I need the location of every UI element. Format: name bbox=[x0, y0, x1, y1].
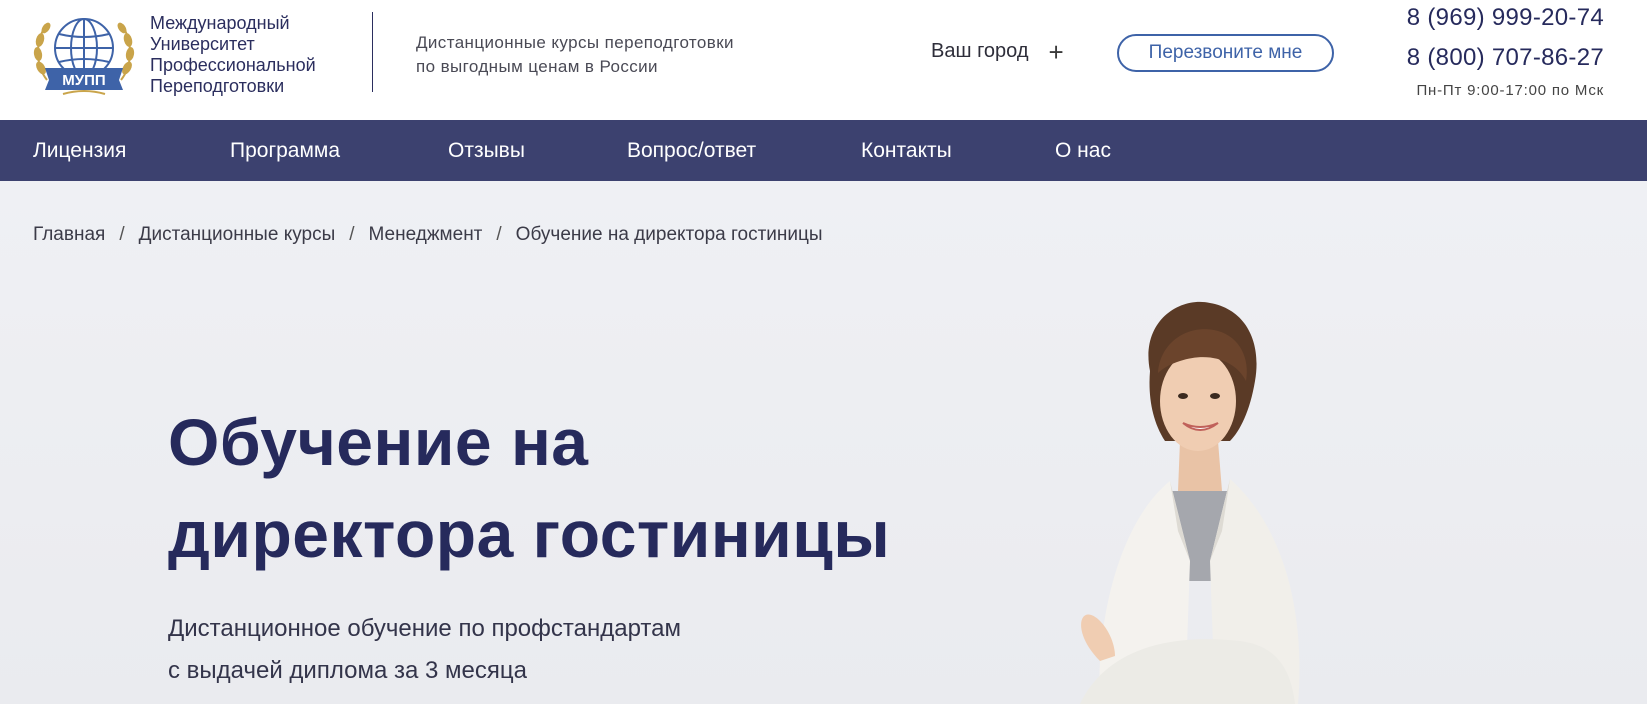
breadcrumb: Главная / Дистанционные курсы / Менеджме… bbox=[33, 224, 823, 246]
main-nav: Лицензия Программа Отзывы Вопрос/ответ К… bbox=[0, 120, 1647, 181]
university-name-line: Переподготовки bbox=[150, 76, 285, 96]
hero-section: Главная / Дистанционные курсы / Менеджме… bbox=[0, 181, 1647, 704]
nav-item-contacts[interactable]: Контакты bbox=[861, 120, 952, 181]
nav-item-faq[interactable]: Вопрос/ответ bbox=[627, 120, 756, 181]
nav-item-license[interactable]: Лицензия bbox=[33, 120, 126, 181]
breadcrumb-management[interactable]: Менеджмент bbox=[369, 224, 483, 246]
breadcrumb-separator: / bbox=[349, 224, 355, 245]
hero-subtitle-line: Дистанционное обучение по профстандартам bbox=[168, 615, 681, 642]
city-label: Ваш город bbox=[931, 40, 1029, 62]
hero-subtitle: Дистанционное обучение по профстандартам… bbox=[168, 608, 681, 692]
breadcrumb-separator: / bbox=[119, 224, 125, 245]
phone-link[interactable]: 8 (800) 707-86-27 bbox=[1407, 44, 1604, 72]
hero-subtitle-line: с выдачей диплома за 3 месяца bbox=[168, 657, 527, 684]
nav-item-program[interactable]: Программа bbox=[230, 120, 340, 181]
breadcrumb-current: Обучение на директора гостиницы bbox=[515, 224, 823, 245]
phone-link[interactable]: 8 (969) 999-20-74 bbox=[1407, 4, 1604, 32]
university-name-line: Университет bbox=[150, 34, 255, 54]
university-name-line: Профессиональной bbox=[150, 55, 316, 75]
page-title-line: директора гостиницы bbox=[168, 497, 891, 571]
breadcrumb-home[interactable]: Главная bbox=[33, 224, 105, 246]
page-title: Обучение на директора гостиницы bbox=[168, 396, 890, 580]
university-logo[interactable]: МУПП bbox=[33, 10, 135, 98]
breadcrumb-separator: / bbox=[496, 224, 502, 245]
header-divider bbox=[372, 12, 373, 92]
university-name-line: Международный bbox=[150, 13, 290, 33]
site-header: МУПП Международный Университет Профессио… bbox=[0, 0, 1647, 120]
hero-person-image bbox=[1080, 301, 1300, 704]
nav-item-about[interactable]: О нас bbox=[1055, 120, 1111, 181]
plus-icon: + bbox=[1048, 36, 1064, 67]
callback-button[interactable]: Перезвоните мне bbox=[1117, 34, 1334, 72]
tagline-line: Дистанционные курсы переподготовки bbox=[416, 33, 734, 52]
university-name[interactable]: Международный Университет Профессиональн… bbox=[150, 13, 316, 97]
page-title-line: Обучение на bbox=[168, 405, 589, 479]
tagline-line: по выгодным ценам в России bbox=[416, 57, 658, 76]
logo-emblem-text: МУПП bbox=[62, 72, 105, 89]
breadcrumb-courses[interactable]: Дистанционные курсы bbox=[139, 224, 336, 246]
working-hours: Пн-Пт 9:00-17:00 по Мск bbox=[1416, 82, 1604, 99]
header-tagline: Дистанционные курсы переподготовки по вы… bbox=[416, 31, 734, 79]
city-selector[interactable]: Ваш город + bbox=[931, 36, 1064, 67]
nav-item-reviews[interactable]: Отзывы bbox=[448, 120, 525, 181]
contact-phones: 8 (969) 999-20-74 8 (800) 707-86-27 Пн-П… bbox=[1407, 4, 1604, 99]
